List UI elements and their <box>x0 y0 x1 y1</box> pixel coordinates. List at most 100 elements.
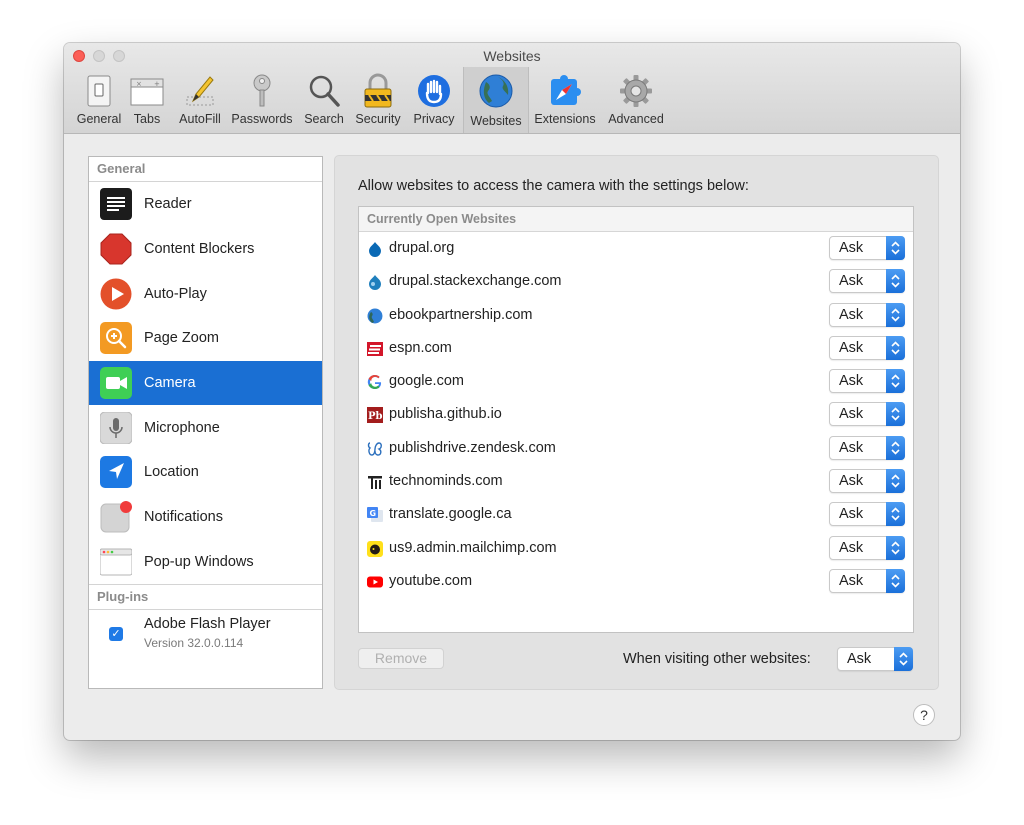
window-title: Websites <box>483 48 541 64</box>
sidebar-item-auto-play[interactable]: Auto-Play <box>89 271 322 316</box>
website-setting-popup[interactable]: Ask <box>829 535 905 560</box>
sidebar: General Reader Content Blockers Auto-Pla… <box>88 156 323 689</box>
website-setting-popup[interactable]: Ask <box>829 236 905 260</box>
sidebar-item-label: Page Zoom <box>144 330 219 347</box>
plugin-enabled-checkbox[interactable]: ✓ <box>109 627 123 642</box>
sidebar-item-label: Reader <box>144 196 192 213</box>
website-setting-popup[interactable]: Ask <box>829 402 905 427</box>
location-arrow-icon <box>100 456 132 489</box>
plugin-name: Adobe Flash Player <box>144 616 271 633</box>
technominds-favicon <box>368 476 382 490</box>
youtube-favicon <box>367 576 383 588</box>
sidebar-item-label: Microphone <box>144 419 220 436</box>
globe-icon <box>479 74 513 108</box>
sidebar-item-microphone[interactable]: Microphone <box>89 405 322 450</box>
sidebar-item-notifications[interactable]: Notifications <box>89 495 322 540</box>
sidebar-item-reader[interactable]: Reader <box>89 182 322 227</box>
website-setting-popup[interactable]: Ask <box>829 435 905 460</box>
sidebar-item-label: Content Blockers <box>144 241 255 258</box>
sidebar-item-pop-up-windows[interactable]: Pop-up Windows <box>89 540 322 585</box>
key-icon <box>253 74 271 107</box>
website-row[interactable]: drupal.stackexchange.com Ask <box>359 265 913 298</box>
sidebar-item-label: Notifications <box>144 509 223 526</box>
website-row[interactable]: drupal.org Ask <box>359 232 913 265</box>
sidebar-header-general: General <box>89 157 322 182</box>
chevron-updown-icon <box>886 369 905 394</box>
magnifier-icon <box>309 75 340 107</box>
website-domain: ebookpartnership.com <box>389 306 533 323</box>
list-header: Currently Open Websites <box>359 207 913 232</box>
sidebar-item-camera[interactable]: Camera <box>89 360 322 406</box>
other-websites-label: When visiting other websites: <box>623 651 811 667</box>
sidebar-item-page-zoom[interactable]: Page Zoom <box>89 316 322 361</box>
website-domain: google.com <box>389 373 464 390</box>
website-setting-popup[interactable]: Ask <box>829 302 905 327</box>
sidebar-header-plugins: Plug-ins <box>89 584 322 611</box>
google-favicon <box>367 375 382 390</box>
websites-list: Currently Open Websites drupal.org Ask d… <box>358 206 914 633</box>
drupal-drop-favicon <box>369 275 381 291</box>
toolbar-autofill[interactable]: AutoFill <box>172 69 228 131</box>
autofill-pencil-icon <box>186 76 214 106</box>
website-setting-popup[interactable]: Ask <box>829 502 905 527</box>
website-row[interactable]: youtube.com Ask <box>359 565 913 598</box>
website-setting-popup[interactable]: Ask <box>829 568 905 593</box>
toolbar-passwords[interactable]: Passwords <box>228 69 296 131</box>
help-button[interactable]: ? <box>913 704 935 726</box>
sidebar-item-content-blockers[interactable]: Content Blockers <box>89 227 322 272</box>
chevron-updown-icon <box>886 469 905 494</box>
website-domain: technominds.com <box>389 473 503 490</box>
website-domain: publisha.github.io <box>389 406 502 423</box>
toolbar-search[interactable]: Search <box>300 69 348 131</box>
play-icon <box>100 278 132 310</box>
chevron-updown-icon <box>886 535 905 560</box>
website-domain: us9.admin.mailchimp.com <box>389 539 557 556</box>
google-translate-favicon: G <box>367 507 383 523</box>
mailchimp-favicon <box>367 540 383 557</box>
website-row[interactable]: technominds.com Ask <box>359 465 913 498</box>
remove-button[interactable]: Remove <box>358 648 444 669</box>
chevron-updown-icon <box>886 269 905 294</box>
toolbar-security[interactable]: Security <box>350 69 406 131</box>
sidebar-item-label: Location <box>144 464 199 481</box>
microphone-icon <box>100 411 132 444</box>
website-setting-popup[interactable]: Ask <box>829 269 905 294</box>
website-row[interactable]: Pb publisha.github.io Ask <box>359 398 913 431</box>
website-row[interactable]: ebookpartnership.com Ask <box>359 299 913 332</box>
sidebar-item-location[interactable]: Location <box>89 450 322 495</box>
other-websites-popup[interactable]: Ask <box>837 647 913 671</box>
tabs-icon: × + <box>130 78 164 106</box>
chevron-updown-icon <box>886 236 905 260</box>
svg-text:Pb: Pb <box>368 411 383 422</box>
website-row[interactable]: espn.com Ask <box>359 332 913 365</box>
padlock-icon <box>364 73 392 108</box>
website-setting-popup[interactable]: Ask <box>829 469 905 494</box>
toolbar-websites[interactable]: Websites <box>463 67 529 133</box>
gear-icon <box>620 75 652 107</box>
chevron-updown-icon <box>886 402 905 427</box>
toolbar-general[interactable]: General <box>70 69 128 131</box>
plugin-item[interactable]: ✓ Adobe Flash Player Version 32.0.0.114 <box>89 610 322 660</box>
chevron-updown-icon <box>886 435 905 460</box>
general-switch-icon <box>87 75 111 107</box>
website-row[interactable]: G translate.google.ca Ask <box>359 498 913 531</box>
svg-text:×: × <box>136 80 142 88</box>
website-row[interactable]: publishdrive.zendesk.com Ask <box>359 432 913 465</box>
toolbar-tabs[interactable]: × + Tabs <box>126 69 168 131</box>
settings-panel: Allow websites to access the camera with… <box>334 155 939 690</box>
toolbar-privacy[interactable]: Privacy <box>408 69 460 131</box>
website-domain: drupal.org <box>389 240 455 256</box>
toolbar-extensions[interactable]: Extensions <box>530 69 600 131</box>
website-row[interactable]: google.com Ask <box>359 365 913 398</box>
toolbar-advanced[interactable]: Advanced <box>604 69 668 131</box>
camera-icon <box>100 367 132 400</box>
popup-windows-icon <box>100 548 132 576</box>
website-row[interactable]: us9.admin.mailchimp.com Ask <box>359 532 913 565</box>
website-setting-popup[interactable]: Ask <box>829 369 905 394</box>
website-domain: publishdrive.zendesk.com <box>389 439 556 456</box>
website-setting-popup[interactable]: Ask <box>829 335 905 360</box>
hand-icon <box>418 75 450 107</box>
chevron-updown-icon <box>886 568 905 593</box>
svg-text:+: + <box>154 80 160 88</box>
website-domain: youtube.com <box>389 572 473 589</box>
